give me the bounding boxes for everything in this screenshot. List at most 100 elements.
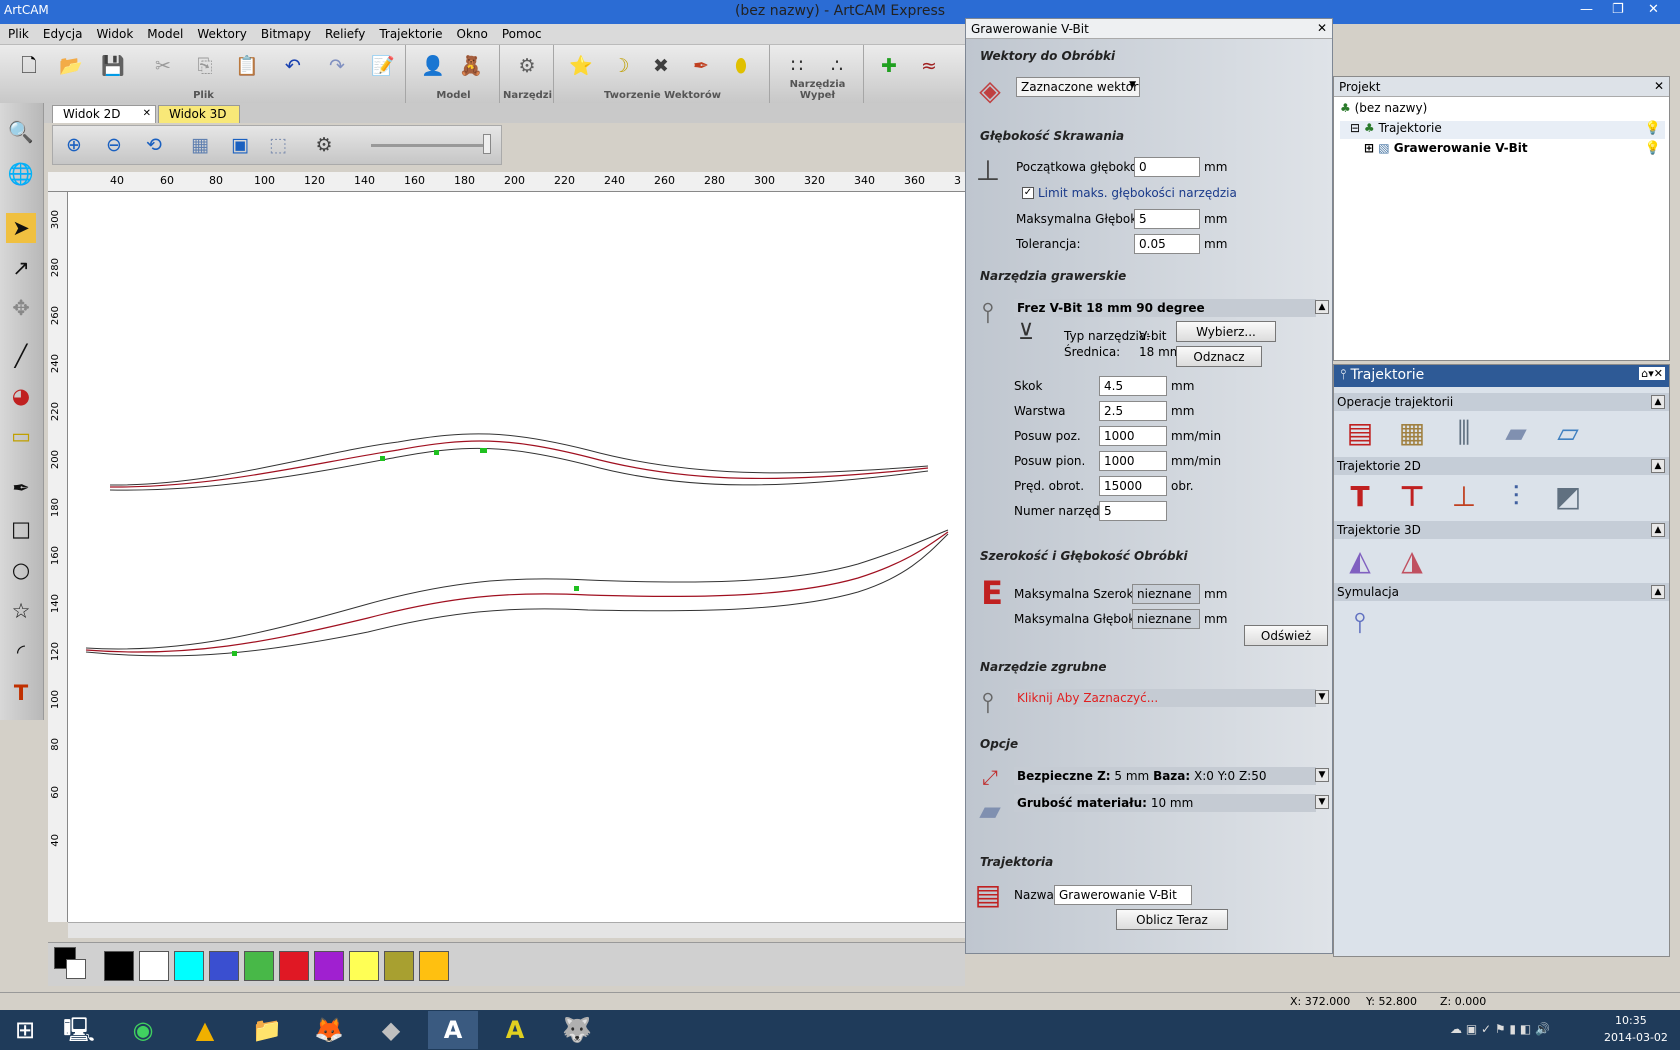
limit-depth-checkbox[interactable]: ✓: [1022, 187, 1034, 199]
save-icon[interactable]: 💾: [100, 53, 126, 79]
color-swatch[interactable]: [244, 951, 274, 981]
arc-vector-icon[interactable]: ☽: [608, 53, 634, 79]
section-toolpaths-2d[interactable]: Trajektorie 2D ▲: [1334, 457, 1669, 475]
taskbar-app-calculator-icon[interactable]: 🖳: [54, 1011, 104, 1049]
copy-icon[interactable]: ⎘: [192, 53, 218, 79]
menu-widok[interactable]: Widok: [88, 24, 139, 41]
view-globe-icon[interactable]: 🌐: [6, 159, 36, 189]
color-swatch[interactable]: [209, 951, 239, 981]
stepdown-input[interactable]: 2.5: [1099, 401, 1167, 421]
color-swatch[interactable]: [384, 951, 414, 981]
color-swatch[interactable]: [349, 951, 379, 981]
zoom-in-icon[interactable]: ⊕: [61, 132, 87, 158]
horizontal-scrollbar[interactable]: [68, 922, 965, 938]
machine-relief-icon[interactable]: ◭: [1340, 541, 1380, 581]
engrave-t-icon[interactable]: T: [1340, 477, 1380, 517]
drawing-canvas[interactable]: [68, 192, 965, 922]
section-toolpath-operations[interactable]: Operacje trajektorii ▲: [1334, 393, 1669, 411]
plunge-rate-input[interactable]: 1000: [1099, 451, 1167, 471]
select-tool-button[interactable]: Wybierz...: [1176, 321, 1276, 342]
tape-icon[interactable]: ▭: [6, 421, 36, 451]
zoom-out-icon[interactable]: ⊖: [101, 132, 127, 158]
taskbar-app-inkscape-icon[interactable]: ◆: [366, 1011, 416, 1049]
calculate-now-button[interactable]: Oblicz Teraz: [1116, 909, 1228, 930]
tool-gear-icon[interactable]: ⚙: [514, 53, 540, 79]
menu-wektory[interactable]: Wektory: [189, 24, 253, 41]
expand-material-button[interactable]: ▼: [1315, 795, 1329, 809]
node-fill-alt-icon[interactable]: ∴: [824, 53, 850, 79]
spindle-speed-input[interactable]: 15000: [1099, 476, 1167, 496]
node-fill-icon[interactable]: ∷: [784, 53, 810, 79]
menu-reliefy[interactable]: Reliefy: [317, 24, 371, 41]
wave-relief-icon[interactable]: ≈: [916, 53, 942, 79]
inlay-icon[interactable]: ◩: [1548, 477, 1588, 517]
expand-safez-button[interactable]: ▼: [1315, 768, 1329, 782]
vector-node[interactable]: [434, 450, 439, 455]
toolpath-outline-2[interactable]: [109, 447, 929, 491]
shape-vector-icon[interactable]: ⬮: [728, 53, 754, 79]
taskbar-app-designspark-icon[interactable]: A: [490, 1011, 540, 1049]
menu-edycja[interactable]: Edycja: [35, 24, 89, 41]
menu-okno[interactable]: Okno: [449, 24, 494, 41]
drilling-icon[interactable]: ⫶: [1496, 477, 1536, 517]
vector-node[interactable]: [380, 456, 385, 461]
model-face-icon[interactable]: 👤: [420, 53, 446, 79]
tree-item-root[interactable]: ♣ (bez nazwy): [1340, 101, 1427, 115]
start-depth-input[interactable]: 0: [1134, 157, 1200, 177]
collapse-section-icon[interactable]: ▲: [1651, 585, 1665, 599]
minimize-button[interactable]: —: [1580, 2, 1593, 17]
collapse-section-icon[interactable]: ▲: [1651, 459, 1665, 473]
vector-node[interactable]: [480, 448, 487, 453]
stepover-input[interactable]: 4.5: [1099, 376, 1167, 396]
profile-t-icon[interactable]: ⊤: [1392, 477, 1432, 517]
system-tray-icons[interactable]: ☁ ▣ ✓ ⚑ ▮ ◧ 🔊: [1450, 1022, 1550, 1036]
transform-icon[interactable]: ✥: [6, 293, 36, 323]
taskbar-app-vlc-icon[interactable]: ▲: [180, 1011, 230, 1049]
new-file-icon[interactable]: 🗋: [16, 53, 42, 79]
node-edit-icon[interactable]: ↗: [6, 253, 36, 283]
menu-trajektorie[interactable]: Trajektorie: [371, 24, 448, 41]
close-panel-icon[interactable]: ✕: [1317, 21, 1327, 35]
toolpath-tools-icon[interactable]: ⫼: [1444, 413, 1484, 453]
zoom-tool-icon[interactable]: 🔍: [6, 117, 36, 147]
paste-icon[interactable]: 📋: [234, 53, 260, 79]
menu-model[interactable]: Model: [139, 24, 189, 41]
polyline-icon[interactable]: ✒: [6, 473, 36, 503]
pocket-icon[interactable]: ⊥: [1444, 477, 1484, 517]
tab-view-3d[interactable]: Widok 3D: [158, 105, 240, 123]
text-tool-icon[interactable]: T: [6, 678, 36, 708]
lightbulb-icon[interactable]: 💡: [1645, 121, 1661, 136]
collapse-section-icon[interactable]: ▲: [1651, 523, 1665, 537]
menu-bitmapy[interactable]: Bitmapy: [253, 24, 317, 41]
maximize-button[interactable]: ❐: [1612, 2, 1624, 17]
tolerance-input[interactable]: 0.05: [1134, 234, 1200, 254]
color-swatch[interactable]: [314, 951, 344, 981]
zoom-previous-icon[interactable]: ⟲: [141, 132, 167, 158]
vector-node[interactable]: [574, 586, 579, 591]
notes-icon[interactable]: 📝: [370, 53, 396, 79]
vector-centerline-1[interactable]: [109, 440, 929, 488]
close-tab-icon[interactable]: ✕: [143, 108, 151, 119]
refresh-button[interactable]: Odśwież: [1244, 625, 1328, 646]
close-panel-icon[interactable]: ✕: [1654, 79, 1664, 93]
tool-number-input[interactable]: 5: [1099, 501, 1167, 521]
close-button[interactable]: ✕: [1648, 2, 1659, 17]
section-simulation[interactable]: Symulacja ▲: [1334, 583, 1669, 601]
vector-node[interactable]: [232, 651, 237, 656]
taskbar-app-gimp-icon[interactable]: 🐺: [552, 1011, 602, 1049]
collapse-icon[interactable]: ⊟: [1350, 121, 1360, 135]
line-tool-icon[interactable]: ╱: [6, 341, 36, 371]
color-swatch[interactable]: [279, 951, 309, 981]
simulate-toolpath-icon[interactable]: ⫯: [1340, 603, 1380, 643]
expand-icon[interactable]: ⊞: [1364, 141, 1374, 155]
arc-tool-icon[interactable]: ◜: [6, 637, 36, 667]
rectangle-tool-icon[interactable]: □: [6, 514, 36, 544]
collapse-tool-button[interactable]: ▲: [1315, 300, 1329, 314]
bezier-vector-icon[interactable]: ✒: [688, 53, 714, 79]
secondary-color-swatch[interactable]: [66, 959, 86, 979]
cut-icon[interactable]: ✂: [150, 53, 176, 79]
trim-vector-icon[interactable]: ✖: [648, 53, 674, 79]
zoom-all-icon[interactable]: ⬚: [265, 132, 291, 158]
safe-z-bar[interactable]: Bezpieczne Z: 5 mm Baza: X:0 Y:0 Z:50: [1014, 767, 1316, 785]
expand-roughing-button[interactable]: ▼: [1315, 690, 1329, 704]
